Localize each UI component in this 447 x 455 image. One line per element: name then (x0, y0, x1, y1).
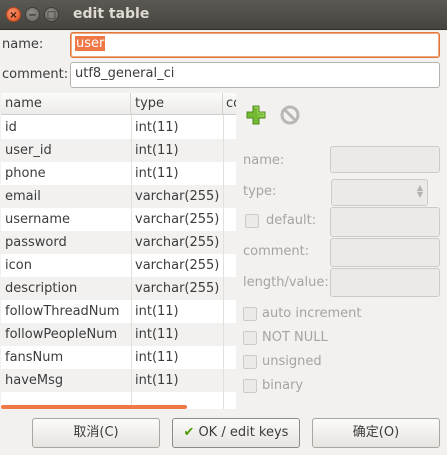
column-header-comment[interactable]: co (223, 93, 236, 115)
column-default-input[interactable] (330, 207, 440, 237)
column-comment-input[interactable] (330, 238, 440, 267)
close-window-button[interactable]: × (6, 7, 21, 22)
cancel-button[interactable]: 取消(C) (32, 418, 160, 448)
cell-column-type: varchar(255) (135, 212, 220, 227)
cell-column-type: varchar(255) (135, 258, 220, 273)
remove-column-button[interactable] (279, 104, 301, 126)
comment-label: comment: (2, 67, 69, 82)
title-bar: × − □ edit table (0, 0, 447, 30)
ok-edit-keys-button[interactable]: ✔ OK / edit keys (172, 418, 300, 448)
cell-column-name: icon (5, 258, 32, 273)
table-comment-input[interactable]: utf8_general_ci (70, 62, 440, 88)
table-row[interactable]: fansNum int(11) (1, 346, 236, 369)
column-type-label: type: (243, 184, 277, 199)
cell-column-name: haveMsg (5, 373, 64, 388)
column-header-name[interactable]: name (1, 93, 131, 115)
cancel-icon (280, 105, 300, 125)
binary-label: binary (262, 378, 304, 393)
column-type-select[interactable]: ▲ ▼ (331, 179, 428, 206)
ok-edit-keys-label: OK / edit keys (198, 425, 289, 440)
table-row[interactable]: followThreadNum int(11) (1, 300, 236, 323)
table-header: name type co (1, 93, 236, 115)
minimize-window-button[interactable]: − (25, 7, 40, 22)
cell-column-name: followThreadNum (5, 304, 120, 319)
table-row[interactable]: id int(11) (1, 116, 236, 139)
column-name-label: name: (243, 153, 285, 168)
cell-column-type: int(11) (135, 327, 179, 342)
table-row[interactable]: email varchar(255) (1, 185, 236, 208)
cell-column-name: user_id (5, 143, 52, 158)
unsigned-checkbox[interactable] (243, 355, 257, 369)
column-name-input[interactable] (330, 146, 440, 173)
table-name-input[interactable]: user (70, 32, 440, 58)
column-length-input[interactable] (330, 268, 440, 297)
auto-increment-label: auto increment (262, 306, 362, 321)
column-header-type[interactable]: type (131, 93, 223, 115)
cell-column-type: int(11) (135, 373, 179, 388)
binary-checkbox[interactable] (243, 379, 257, 393)
table-row[interactable]: phone int(11) (1, 162, 236, 185)
cell-column-type: varchar(255) (135, 281, 220, 296)
default-checkbox[interactable] (245, 214, 259, 228)
unsigned-label: unsigned (262, 354, 322, 369)
auto-increment-checkbox[interactable] (243, 307, 257, 321)
plus-icon (246, 105, 266, 125)
table-row[interactable]: user_id int(11) (1, 139, 236, 162)
window-title: edit table (73, 6, 150, 22)
column-divider (131, 115, 132, 409)
table-row[interactable]: haveMsg int(11) (1, 369, 236, 392)
cell-column-name: phone (5, 166, 46, 181)
table-row[interactable]: followPeopleNum int(11) (1, 323, 236, 346)
not-null-checkbox[interactable] (243, 331, 257, 345)
table-horizontal-scrollbar[interactable] (1, 405, 187, 409)
add-column-button[interactable] (245, 104, 267, 126)
column-length-label: length/value: (243, 275, 329, 290)
table-name-value: user (75, 36, 106, 51)
cell-column-type: int(11) (135, 350, 179, 365)
cell-column-name: id (5, 120, 17, 135)
table-comment-value: utf8_general_ci (75, 66, 175, 81)
cell-column-type: varchar(255) (135, 189, 220, 204)
ok-button[interactable]: 确定(O) (312, 418, 440, 448)
table-row[interactable]: username varchar(255) (1, 208, 236, 231)
cell-column-type: int(11) (135, 143, 179, 158)
cell-column-name: password (5, 235, 67, 250)
cell-column-name: fansNum (5, 350, 64, 365)
cell-column-name: followPeopleNum (5, 327, 118, 342)
cell-column-type: int(11) (135, 166, 179, 181)
not-null-label: NOT NULL (262, 330, 328, 345)
cell-column-type: int(11) (135, 304, 179, 319)
ok-button-label: 确定(O) (352, 425, 400, 440)
cell-column-type: varchar(255) (135, 235, 220, 250)
cell-column-name: description (5, 281, 78, 296)
column-default-label: default: (266, 213, 317, 228)
table-row[interactable]: password varchar(255) (1, 231, 236, 254)
cell-column-name: username (5, 212, 70, 227)
cell-column-name: email (5, 189, 41, 204)
columns-table[interactable]: name type co idint(11)user_idint(11)phon… (1, 93, 236, 409)
table-row[interactable]: description varchar(255) (1, 277, 236, 300)
table-row[interactable]: icon varchar(255) (1, 254, 236, 277)
checkmark-icon: ✔ (183, 425, 195, 440)
cell-column-type: int(11) (135, 120, 179, 135)
cancel-button-label: 取消(C) (73, 425, 119, 440)
spin-arrows-icon: ▲ ▼ (416, 183, 423, 199)
maximize-window-button[interactable]: □ (44, 7, 59, 22)
column-comment-label: comment: (243, 244, 310, 259)
column-divider (223, 115, 224, 409)
name-label: name: (2, 37, 44, 52)
